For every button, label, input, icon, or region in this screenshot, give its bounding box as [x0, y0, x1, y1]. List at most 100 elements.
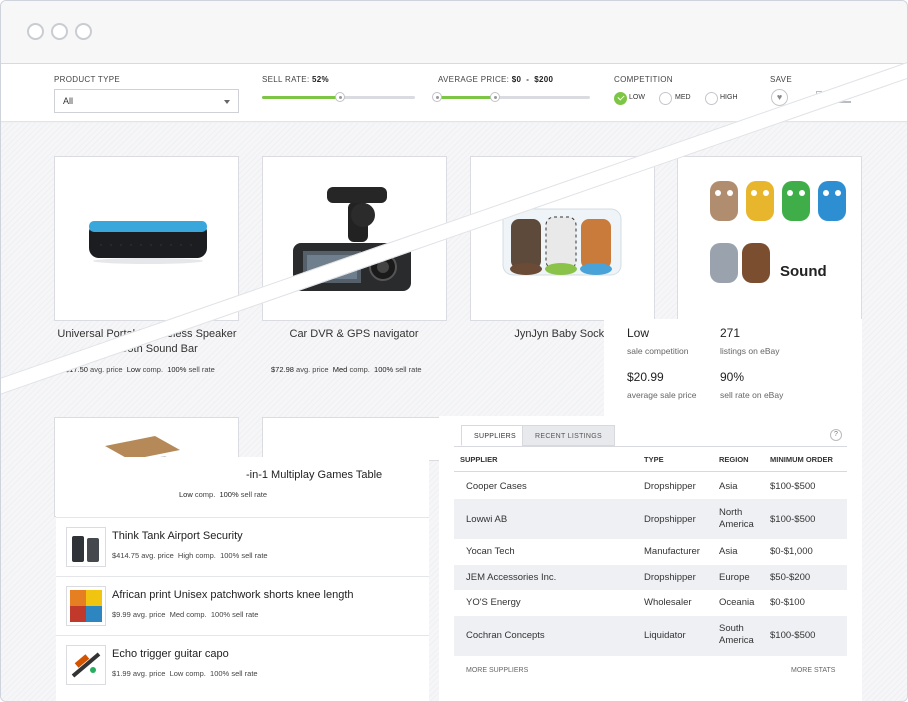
- list-thumbnail: [66, 645, 106, 685]
- product-meta: $72.98 avg. price Med comp. 100% sell ra…: [271, 365, 422, 374]
- chevron-down-icon: [224, 100, 230, 104]
- window-maximize-dot[interactable]: [75, 23, 92, 40]
- product-type-label: PRODUCT TYPE: [54, 75, 120, 84]
- product-sell-rate: 100%: [219, 490, 239, 499]
- price-suffix: avg. price: [296, 365, 329, 374]
- supplier-region: North America: [719, 507, 754, 530]
- list-item-meta: $414.75 avg. price High comp. 100% sell …: [112, 551, 268, 560]
- supplier-region: Asia: [719, 481, 738, 492]
- list-item[interactable]: Echo trigger guitar capo $1.99 avg. pric…: [56, 635, 429, 694]
- sell-suffix: sell rate: [232, 610, 259, 619]
- competition-med-radio[interactable]: [659, 92, 672, 105]
- list-item[interactable]: African print Unisex patchwork shorts kn…: [56, 576, 429, 635]
- header-divider: [454, 471, 847, 472]
- sell-rate-fill: [262, 96, 340, 99]
- stat-label: average sale price: [627, 390, 697, 400]
- supplier-name[interactable]: Lowwi AB: [466, 514, 507, 526]
- product-price: $1.99: [112, 669, 131, 678]
- stat-value: $20.99: [627, 370, 664, 384]
- avg-price-value: $0 - $200: [511, 75, 554, 84]
- sell-rate-label-text: SELL RATE:: [262, 75, 310, 84]
- competition-high-radio[interactable]: [705, 92, 718, 105]
- list-item-meta: $1.99 avg. price Low comp. 100% sell rat…: [112, 669, 258, 678]
- supplier-region: South America: [719, 623, 754, 646]
- supplier-min-order: $100-$500: [770, 514, 816, 525]
- product-competition: Med: [169, 610, 185, 619]
- supplier-name[interactable]: Yocan Tech: [466, 546, 515, 558]
- supplier-type: Manufacturer: [644, 546, 700, 557]
- avg-price-max-handle[interactable]: [490, 92, 500, 102]
- stat-label: listings on eBay: [720, 346, 780, 356]
- supplier-name[interactable]: Cooper Cases: [466, 481, 527, 493]
- sell-rate-label: SELL RATE: 52%: [262, 75, 329, 84]
- product-meta: $17.50 avg. price Low comp. 100% sell ra…: [65, 365, 215, 374]
- stat-value: 271: [720, 326, 741, 340]
- product-image-speaker[interactable]: [54, 156, 239, 321]
- supplier-min-order: $100-$500: [770, 630, 816, 641]
- price-suffix: avg. price: [132, 610, 166, 619]
- list-item-meta: $9.99 avg. price Med comp. 100% sell rat…: [112, 610, 258, 619]
- stat-label: sale competition: [627, 346, 689, 356]
- competition-med-label: MED: [675, 94, 691, 101]
- list-item-title[interactable]: -in-1 Multiplay Games Table: [246, 469, 382, 481]
- list-thumbnail: [66, 586, 106, 626]
- product-competition: Low: [169, 669, 184, 678]
- list-item-title: African print Unisex patchwork shorts kn…: [112, 589, 354, 601]
- supplier-region: Europe: [719, 572, 750, 583]
- supplier-name[interactable]: Cochran Concepts: [466, 630, 545, 642]
- supplier-min-order: $0-$1,000: [770, 546, 813, 557]
- sell-suffix: sell rate: [231, 669, 258, 678]
- product-title-fragment[interactable]: Sound: [780, 263, 827, 280]
- competition-low-radio[interactable]: [614, 92, 627, 105]
- comp-suffix: comp.: [195, 551, 216, 560]
- competition-high-label: HIGH: [720, 94, 738, 101]
- product-competition: Low: [126, 365, 141, 374]
- supplier-min-order: $100-$500: [770, 481, 816, 492]
- list-item-title: Echo trigger guitar capo: [112, 648, 229, 660]
- tab-recent-listings[interactable]: RECENT LISTINGS: [522, 425, 615, 446]
- baby-shoes-image: [710, 181, 846, 283]
- product-competition: Med: [332, 365, 348, 374]
- supplier-name[interactable]: YO'S Energy: [466, 597, 521, 609]
- comp-suffix: comp.: [185, 669, 206, 678]
- list-item-meta: Low comp. 100% sell rate: [179, 490, 267, 499]
- more-stats-link[interactable]: MORE STATS: [791, 667, 835, 674]
- browser-window: PRODUCT TYPE All SELL RATE: 52% AVERAGE …: [0, 0, 908, 702]
- window-titlebar: [1, 1, 907, 64]
- price-suffix: avg. price: [90, 365, 123, 374]
- sell-rate-handle[interactable]: [335, 92, 345, 102]
- comp-suffix: comp.: [349, 365, 370, 374]
- product-sell-rate: 100%: [210, 610, 231, 619]
- avg-price-label-text: AVERAGE PRICE:: [438, 75, 510, 84]
- supplier-name[interactable]: JEM Accessories Inc.: [466, 572, 556, 584]
- sell-rate-value: 52%: [312, 75, 329, 84]
- supplier-min-order: $50-$200: [770, 572, 811, 583]
- avg-price-min-handle[interactable]: [432, 92, 442, 102]
- window-close-dot[interactable]: [27, 23, 44, 40]
- product-image-baby-shoes[interactable]: [677, 156, 862, 321]
- speaker-image: [89, 221, 207, 264]
- competition-label: COMPETITION: [614, 75, 673, 84]
- list-item-title: Think Tank Airport Security: [112, 530, 243, 542]
- product-competition: High: [177, 551, 194, 560]
- supplier-region: Asia: [719, 546, 738, 557]
- product-price: $72.98: [271, 365, 294, 374]
- product-type-value: All: [63, 96, 74, 106]
- stat-value: Low: [627, 326, 650, 340]
- stat-value: 90%: [720, 370, 745, 384]
- sell-suffix: sell rate: [240, 490, 268, 499]
- product-type-select[interactable]: All: [54, 89, 239, 113]
- list-item[interactable]: Think Tank Airport Security $414.75 avg.…: [56, 517, 429, 576]
- product-sell-rate: 100%: [210, 669, 230, 678]
- more-suppliers-link[interactable]: MORE SUPPLIERS: [466, 667, 528, 674]
- supplier-region: Oceania: [719, 597, 755, 608]
- sell-suffix: sell rate: [241, 551, 268, 560]
- window-minimize-dot[interactable]: [51, 23, 68, 40]
- supplier-min-order: $0-$100: [770, 597, 805, 608]
- product-title[interactable]: Car DVR & GPS navigator: [254, 327, 454, 342]
- comp-suffix: comp.: [194, 490, 216, 499]
- product-image-partial[interactable]: [262, 417, 447, 461]
- help-icon[interactable]: ?: [830, 429, 842, 441]
- product-sell-rate: 100%: [167, 365, 187, 374]
- tab-suppliers[interactable]: SUPPLIERS: [461, 425, 529, 446]
